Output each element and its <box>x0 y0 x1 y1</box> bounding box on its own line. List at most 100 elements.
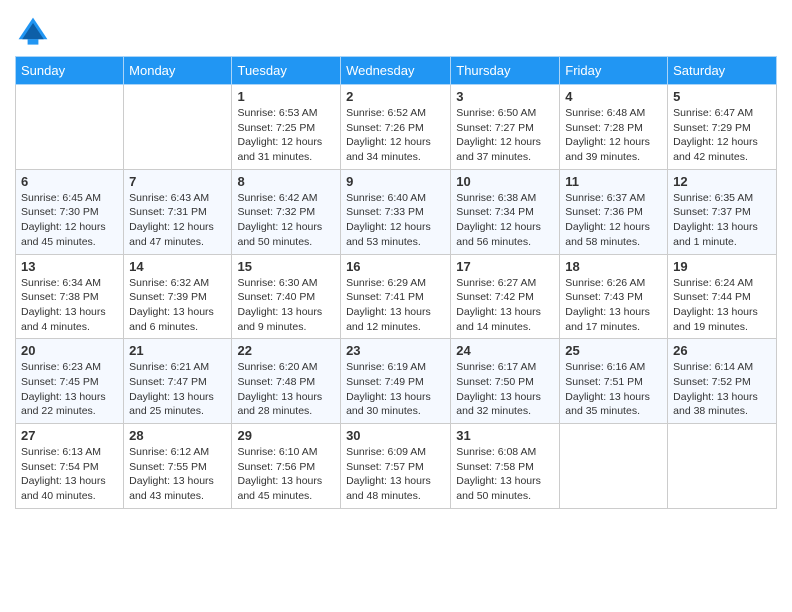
week-row-5: 27 Sunrise: 6:13 AM Sunset: 7:54 PM Dayli… <box>16 424 777 509</box>
calendar-cell: 24 Sunrise: 6:17 AM Sunset: 7:50 PM Dayli… <box>451 339 560 424</box>
day-number: 31 <box>456 428 554 443</box>
day-info: Sunrise: 6:29 AM Sunset: 7:41 PM Dayligh… <box>346 276 445 335</box>
week-row-2: 6 Sunrise: 6:45 AM Sunset: 7:30 PM Daylig… <box>16 169 777 254</box>
column-header-thursday: Thursday <box>451 57 560 85</box>
calendar-cell: 14Sunrise: 6:32 AM Sunset: 7:39 PM Dayli… <box>124 254 232 339</box>
day-info: Sunrise: 6:09 AM Sunset: 7:57 PM Dayligh… <box>346 445 445 504</box>
day-info: Sunrise: 6:13 AM Sunset: 7:54 PM Dayligh… <box>21 445 118 504</box>
day-number: 12 <box>673 174 771 189</box>
day-number: 14 <box>129 259 226 274</box>
calendar-cell <box>668 424 777 509</box>
calendar-cell: 28 Sunrise: 6:12 AM Sunset: 7:55 PM Dayli… <box>124 424 232 509</box>
day-number: 25 <box>565 343 662 358</box>
column-header-wednesday: Wednesday <box>341 57 451 85</box>
calendar-cell: 1 Sunrise: 6:53 AM Sunset: 7:25 PM Daylig… <box>232 85 341 170</box>
calendar-cell: 7Sunrise: 6:43 AM Sunset: 7:31 PM Daylig… <box>124 169 232 254</box>
calendar-cell: 21 Sunrise: 6:21 AM Sunset: 7:47 PM Dayli… <box>124 339 232 424</box>
day-info: Sunrise: 6:10 AM Sunset: 7:56 PM Dayligh… <box>237 445 335 504</box>
calendar-cell: 31 Sunrise: 6:08 AM Sunset: 7:58 PM Dayli… <box>451 424 560 509</box>
day-number: 27 <box>21 428 118 443</box>
calendar-cell <box>16 85 124 170</box>
day-number: 29 <box>237 428 335 443</box>
calendar-cell <box>560 424 668 509</box>
calendar-cell: 5 Sunrise: 6:47 AM Sunset: 7:29 PM Daylig… <box>668 85 777 170</box>
calendar-cell: 20 Sunrise: 6:23 AM Sunset: 7:45 PM Dayli… <box>16 339 124 424</box>
day-info: Sunrise: 6:42 AM Sunset: 7:32 PM Dayligh… <box>237 191 335 250</box>
calendar-cell: 11 Sunrise: 6:37 AM Sunset: 7:36 PM Dayli… <box>560 169 668 254</box>
day-info: Sunrise: 6:08 AM Sunset: 7:58 PM Dayligh… <box>456 445 554 504</box>
day-info: Sunrise: 6:14 AM Sunset: 7:52 PM Dayligh… <box>673 360 771 419</box>
day-info: Sunrise: 6:38 AM Sunset: 7:34 PM Dayligh… <box>456 191 554 250</box>
day-info: Sunrise: 6:48 AM Sunset: 7:28 PM Dayligh… <box>565 106 662 165</box>
day-number: 20 <box>21 343 118 358</box>
calendar-body: 1 Sunrise: 6:53 AM Sunset: 7:25 PM Daylig… <box>16 85 777 509</box>
day-info: Sunrise: 6:23 AM Sunset: 7:45 PM Dayligh… <box>21 360 118 419</box>
calendar-cell: 30 Sunrise: 6:09 AM Sunset: 7:57 PM Dayli… <box>341 424 451 509</box>
day-info: Sunrise: 6:30 AM Sunset: 7:40 PM Dayligh… <box>237 276 335 335</box>
day-info: Sunrise: 6:53 AM Sunset: 7:25 PM Dayligh… <box>237 106 335 165</box>
column-header-sunday: Sunday <box>16 57 124 85</box>
calendar-cell: 10 Sunrise: 6:38 AM Sunset: 7:34 PM Dayli… <box>451 169 560 254</box>
calendar-cell: 12 Sunrise: 6:35 AM Sunset: 7:37 PM Dayli… <box>668 169 777 254</box>
calendar-cell: 13 Sunrise: 6:34 AM Sunset: 7:38 PM Dayli… <box>16 254 124 339</box>
day-number: 5 <box>673 89 771 104</box>
day-info: Sunrise: 6:37 AM Sunset: 7:36 PM Dayligh… <box>565 191 662 250</box>
day-number: 26 <box>673 343 771 358</box>
day-number: 1 <box>237 89 335 104</box>
calendar-header: SundayMondayTuesdayWednesdayThursdayFrid… <box>16 57 777 85</box>
logo <box>15 14 55 50</box>
day-number: 23 <box>346 343 445 358</box>
day-info: Sunrise: 6:21 AM Sunset: 7:47 PM Dayligh… <box>129 360 226 419</box>
day-info: Sunrise: 6:27 AM Sunset: 7:42 PM Dayligh… <box>456 276 554 335</box>
day-number: 22 <box>237 343 335 358</box>
calendar-cell: 16 Sunrise: 6:29 AM Sunset: 7:41 PM Dayli… <box>341 254 451 339</box>
calendar-cell: 22Sunrise: 6:20 AM Sunset: 7:48 PM Dayli… <box>232 339 341 424</box>
day-info: Sunrise: 6:12 AM Sunset: 7:55 PM Dayligh… <box>129 445 226 504</box>
header <box>15 10 777 50</box>
calendar-cell: 26 Sunrise: 6:14 AM Sunset: 7:52 PM Dayli… <box>668 339 777 424</box>
calendar-cell: 29 Sunrise: 6:10 AM Sunset: 7:56 PM Dayli… <box>232 424 341 509</box>
week-row-4: 20 Sunrise: 6:23 AM Sunset: 7:45 PM Dayli… <box>16 339 777 424</box>
calendar-cell: 27 Sunrise: 6:13 AM Sunset: 7:54 PM Dayli… <box>16 424 124 509</box>
calendar-cell: 9Sunrise: 6:40 AM Sunset: 7:33 PM Daylig… <box>341 169 451 254</box>
column-header-monday: Monday <box>124 57 232 85</box>
page: SundayMondayTuesdayWednesdayThursdayFrid… <box>0 0 792 519</box>
day-number: 9 <box>346 174 445 189</box>
calendar-cell: 23 Sunrise: 6:19 AM Sunset: 7:49 PM Dayli… <box>341 339 451 424</box>
calendar-cell: 4Sunrise: 6:48 AM Sunset: 7:28 PM Daylig… <box>560 85 668 170</box>
day-number: 15 <box>237 259 335 274</box>
week-row-3: 13 Sunrise: 6:34 AM Sunset: 7:38 PM Dayli… <box>16 254 777 339</box>
day-number: 11 <box>565 174 662 189</box>
day-info: Sunrise: 6:16 AM Sunset: 7:51 PM Dayligh… <box>565 360 662 419</box>
calendar-cell: 25 Sunrise: 6:16 AM Sunset: 7:51 PM Dayli… <box>560 339 668 424</box>
column-header-saturday: Saturday <box>668 57 777 85</box>
logo-icon <box>15 14 51 50</box>
day-number: 10 <box>456 174 554 189</box>
calendar-cell: 6 Sunrise: 6:45 AM Sunset: 7:30 PM Daylig… <box>16 169 124 254</box>
day-info: Sunrise: 6:47 AM Sunset: 7:29 PM Dayligh… <box>673 106 771 165</box>
day-number: 13 <box>21 259 118 274</box>
day-number: 18 <box>565 259 662 274</box>
day-number: 28 <box>129 428 226 443</box>
column-header-tuesday: Tuesday <box>232 57 341 85</box>
day-info: Sunrise: 6:34 AM Sunset: 7:38 PM Dayligh… <box>21 276 118 335</box>
day-number: 24 <box>456 343 554 358</box>
day-info: Sunrise: 6:35 AM Sunset: 7:37 PM Dayligh… <box>673 191 771 250</box>
day-number: 8 <box>237 174 335 189</box>
day-info: Sunrise: 6:50 AM Sunset: 7:27 PM Dayligh… <box>456 106 554 165</box>
day-info: Sunrise: 6:17 AM Sunset: 7:50 PM Dayligh… <box>456 360 554 419</box>
day-number: 7 <box>129 174 226 189</box>
day-number: 3 <box>456 89 554 104</box>
column-header-friday: Friday <box>560 57 668 85</box>
day-info: Sunrise: 6:26 AM Sunset: 7:43 PM Dayligh… <box>565 276 662 335</box>
day-number: 30 <box>346 428 445 443</box>
week-row-1: 1 Sunrise: 6:53 AM Sunset: 7:25 PM Daylig… <box>16 85 777 170</box>
day-number: 21 <box>129 343 226 358</box>
day-info: Sunrise: 6:19 AM Sunset: 7:49 PM Dayligh… <box>346 360 445 419</box>
calendar-cell: 18 Sunrise: 6:26 AM Sunset: 7:43 PM Dayli… <box>560 254 668 339</box>
calendar-cell: 8 Sunrise: 6:42 AM Sunset: 7:32 PM Daylig… <box>232 169 341 254</box>
day-info: Sunrise: 6:24 AM Sunset: 7:44 PM Dayligh… <box>673 276 771 335</box>
day-number: 16 <box>346 259 445 274</box>
day-info: Sunrise: 6:45 AM Sunset: 7:30 PM Dayligh… <box>21 191 118 250</box>
day-number: 6 <box>21 174 118 189</box>
